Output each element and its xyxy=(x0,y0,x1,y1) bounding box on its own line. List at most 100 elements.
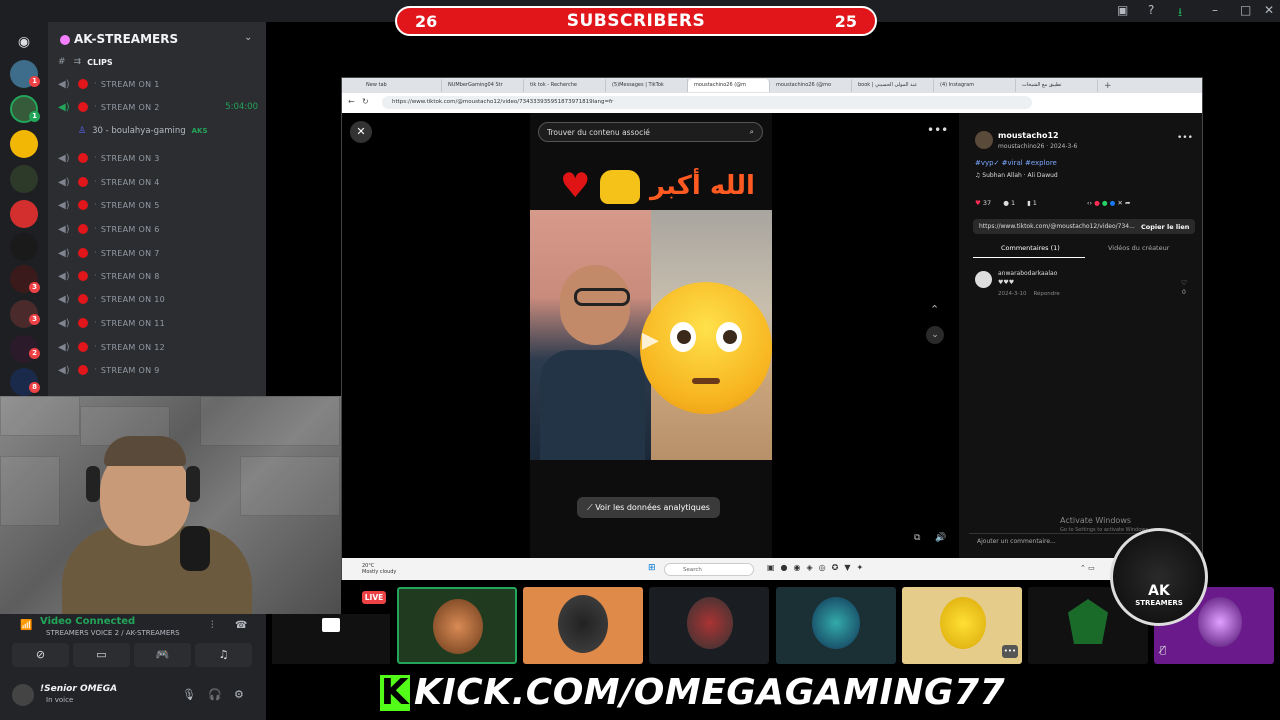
search-input[interactable]: Trouver du contenu associé ⌕ xyxy=(538,122,763,142)
copy-link-button[interactable]: Copier le lien xyxy=(1141,223,1189,231)
chevron-down-icon[interactable]: ⌄ xyxy=(926,326,944,344)
activity-button[interactable]: 🎮 xyxy=(134,643,191,667)
server-icon[interactable] xyxy=(10,130,38,158)
browser-tab[interactable]: tik tok - Recherche xyxy=(524,79,606,92)
voice-channel[interactable]: ◀) · STREAM ON 12 xyxy=(58,338,258,356)
save-stat[interactable]: ▮ 1 xyxy=(1027,199,1037,207)
voice-channel[interactable]: ◀) · STREAM ON 7 xyxy=(58,244,258,262)
reply-link[interactable]: Répondre xyxy=(1033,291,1059,297)
participant-tile[interactable] xyxy=(649,587,769,664)
participant-tile[interactable] xyxy=(397,587,517,664)
browser-tab[interactable]: NUMberGaming04 Str xyxy=(442,79,524,92)
screen-share-tile[interactable] xyxy=(272,614,390,664)
x-icon[interactable]: ✕ xyxy=(1117,199,1122,207)
server-icon[interactable] xyxy=(10,233,38,261)
gear-icon[interactable]: ⚙ xyxy=(234,688,244,701)
download-icon[interactable]: ⭳ xyxy=(1178,3,1182,24)
chevron-up-icon[interactable]: ⌃ xyxy=(930,303,939,316)
voice-channel-path[interactable]: STREAMERS VOICE 2 / AK-STREAMERS xyxy=(46,629,180,637)
pip-icon[interactable]: ⧉ xyxy=(914,533,920,543)
facebook-icon[interactable]: ● xyxy=(1110,199,1116,207)
voice-channel[interactable]: ◀) · STREAM ON 11 xyxy=(58,314,258,332)
avatar[interactable] xyxy=(975,271,992,288)
voice-channel[interactable]: ◀) · STREAM ON 6 xyxy=(58,220,258,238)
voice-channel[interactable]: ◀) · STREAM ON 3 xyxy=(58,149,258,167)
taskbar-search[interactable]: Search xyxy=(664,563,754,576)
active-tab-indicator xyxy=(973,257,1085,258)
server-icon[interactable] xyxy=(10,165,38,193)
maximize-icon[interactable]: □ xyxy=(1240,3,1251,17)
hashtags[interactable]: #vyp✓ #viral #explore xyxy=(975,159,1057,167)
share-icon[interactable]: ➦ xyxy=(1125,199,1130,207)
server-name[interactable]: AK-STREAMERS xyxy=(60,32,178,46)
browser-tab[interactable]: (5)Messages | TikTok xyxy=(606,79,688,92)
author-name[interactable]: moustacho12 xyxy=(998,131,1059,140)
disconnect-icon[interactable]: ☎ xyxy=(235,620,247,631)
help-icon[interactable]: ? xyxy=(1148,3,1154,17)
music-line[interactable]: ♫ Subhan Allah · Ali Dawud xyxy=(975,172,1058,179)
category-clips[interactable]: # ⇉ CLIPS xyxy=(58,53,258,71)
camera-off-button[interactable]: ⊘ xyxy=(12,643,69,667)
close-icon[interactable]: ✕ xyxy=(1264,3,1274,17)
share-icons[interactable]: ‹› ● ● ● ✕ ➦ xyxy=(1087,199,1131,207)
video-player[interactable]: Trouver du contenu associé ⌕ ♥ الله أكبر xyxy=(530,113,772,558)
voice-channel[interactable]: ◀) · STREAM ON 8 xyxy=(58,267,258,285)
tray-icons[interactable]: ⌃ ▭ xyxy=(1080,564,1095,572)
headset-icon[interactable]: 🎧 xyxy=(208,688,222,701)
close-button[interactable]: ✕ xyxy=(350,121,372,143)
more-icon[interactable]: ••• xyxy=(927,123,948,137)
browser-tab[interactable]: (4) Instagram xyxy=(934,79,1016,92)
participant-tile[interactable]: ••• xyxy=(902,587,1022,664)
voice-channel[interactable]: ◀) · STREAM ON 10 xyxy=(58,290,258,308)
browser-tab[interactable]: moustachino26 (@mo xyxy=(770,79,852,92)
start-icon[interactable]: ⊞ xyxy=(648,563,656,573)
url-field[interactable]: https://www.tiktok.com/@moustacho12/vide… xyxy=(382,96,1032,109)
avatar[interactable] xyxy=(975,131,993,149)
tab-comments[interactable]: Commentaires (1) xyxy=(1001,244,1060,252)
participant-tile[interactable] xyxy=(776,587,896,664)
voice-channel[interactable]: ◀) · STREAM ON 2 5:04:00 xyxy=(58,98,258,116)
voice-channel[interactable]: ◀) · STREAM ON 5 xyxy=(58,196,258,214)
embed-icon[interactable]: ‹› xyxy=(1087,199,1092,207)
comment-author[interactable]: anwarabodarkaalao xyxy=(998,270,1057,277)
server-icon[interactable] xyxy=(10,200,38,228)
app-icon[interactable]: ▣ xyxy=(1117,3,1128,17)
live-badge: LIVE xyxy=(362,591,386,604)
noise-suppression-icon[interactable]: ⫶ xyxy=(211,620,214,631)
whatsapp-icon[interactable]: ● xyxy=(1102,199,1108,207)
minimize-icon[interactable]: – xyxy=(1212,3,1218,17)
play-icon[interactable]: ▶ xyxy=(642,328,659,353)
voice-channel[interactable]: ◀) · STREAM ON 4 xyxy=(58,173,258,191)
heart-icon: ♥ xyxy=(975,199,983,207)
avatar[interactable] xyxy=(12,684,34,706)
new-tab-icon[interactable]: + xyxy=(1104,81,1112,91)
discord-home-icon[interactable]: ◉ xyxy=(10,28,38,56)
search-icon[interactable]: ⌕ xyxy=(750,127,754,137)
soundboard-button[interactable]: ♫ xyxy=(195,643,252,667)
more-icon[interactable]: ••• xyxy=(1177,133,1193,143)
comment-stat[interactable]: ● 1 xyxy=(1003,199,1015,207)
comment-like-icon[interactable]: ♡ xyxy=(1181,279,1187,287)
chevron-down-icon[interactable]: ⌄ xyxy=(244,32,252,43)
repost-icon[interactable]: ● xyxy=(1094,199,1100,207)
reload-icon[interactable]: ↻ xyxy=(362,97,369,106)
voice-channel[interactable]: ◀) · STREAM ON 1 xyxy=(58,75,258,93)
separator-dot: · xyxy=(94,224,97,234)
analytics-button[interactable]: ⟋ Voir les données analytiques xyxy=(577,497,720,518)
browser-tab[interactable]: book | عبد المولى الحسيني xyxy=(852,79,934,92)
browser-tab[interactable]: New tab xyxy=(360,79,442,92)
tab-creator-videos[interactable]: Vidéos du créateur xyxy=(1108,244,1169,252)
like-stat[interactable]: ♥ 37 xyxy=(975,199,991,207)
voice-member[interactable]: ♙ 30 - boulahya-gaming AKS xyxy=(78,122,266,140)
browser-tab[interactable]: تطبيق مع الشيخات xyxy=(1016,79,1098,92)
taskbar-apps[interactable]: ▣●◉◈◎✪▼✦ xyxy=(767,563,869,572)
volume-icon[interactable]: 🔊 xyxy=(935,533,946,543)
mic-icon[interactable]: 🎙 xyxy=(182,688,196,701)
participant-tile[interactable] xyxy=(523,587,643,664)
more-icon[interactable]: ••• xyxy=(1002,645,1018,658)
back-icon[interactable]: ← xyxy=(348,97,355,106)
voice-channel[interactable]: ◀) · STREAM ON 9 xyxy=(58,361,258,379)
browser-tab[interactable]: moustachino26 (@m xyxy=(688,79,770,92)
screen-share-button[interactable]: ▭ xyxy=(73,643,130,667)
weather-widget[interactable]: 20°C Mostly cloudy xyxy=(362,563,396,575)
